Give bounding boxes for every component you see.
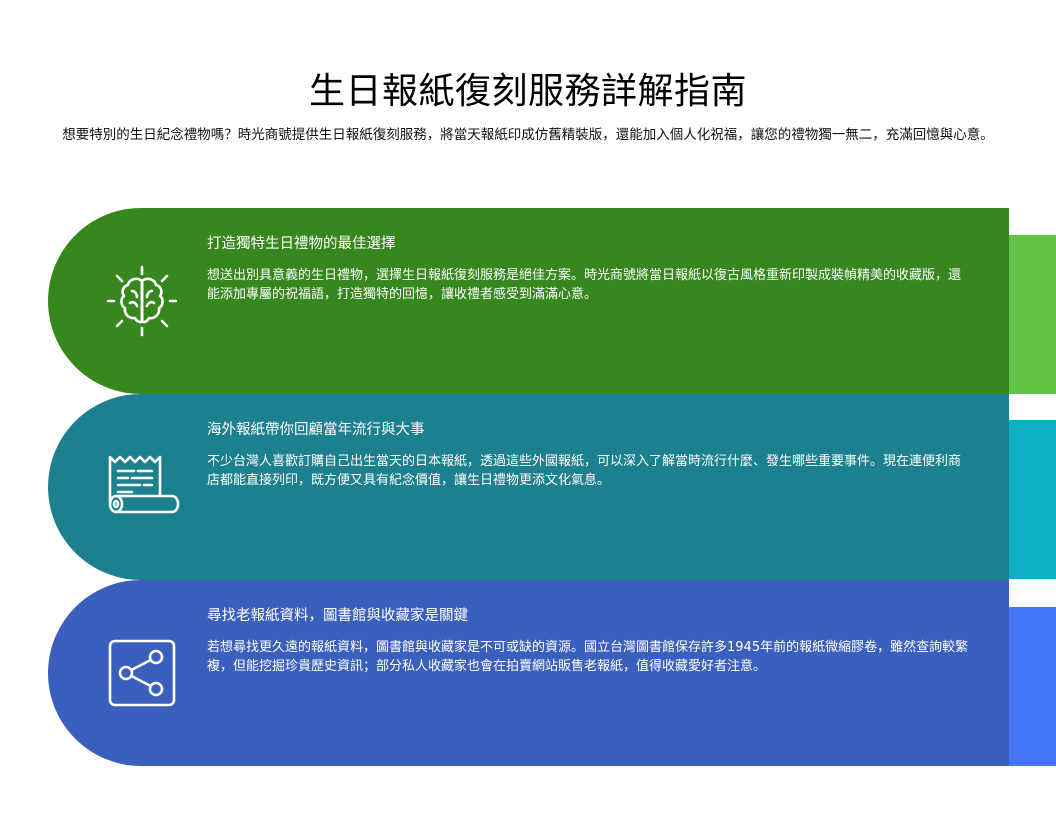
infographic-page: 生日報紙復刻服務詳解指南 想要特別的生日紀念禮物嗎？時光商號提供生日報紙復刻服務… <box>0 0 1056 816</box>
section-heading: 海外報紙帶你回顧當年流行與大事 <box>207 422 425 438</box>
accent-stripe-green <box>1008 235 1056 394</box>
page-title: 生日報紙復刻服務詳解指南 <box>308 71 747 113</box>
section-band-library: 尋找老報紙資料，圖書館與收藏家是關鍵 若想尋找更久遠的報紙資料，圖書館與收藏家是… <box>48 580 1009 766</box>
section-text: 想送出別具意義的生日禮物，選擇生日報紙復刻服務是絕佳方案。時光商號將當日報紙以復… <box>207 268 962 302</box>
brain-icon <box>104 263 180 339</box>
section-heading: 打造獨特生日禮物的最佳選擇 <box>207 236 396 252</box>
share-network-icon <box>104 635 180 711</box>
accent-stripe-teal <box>1008 420 1056 579</box>
section-heading: 尋找老報紙資料，圖書館與收藏家是關鍵 <box>207 608 468 624</box>
section-text: 若想尋找更久遠的報紙資料，圖書館與收藏家是不可或缺的資源。國立台灣圖書館保存許多… <box>207 640 969 674</box>
section-band-overseas: 海外報紙帶你回顧當年流行與大事 不少台灣人喜歡訂購自己出生當天的日本報紙，透過這… <box>48 394 1009 580</box>
section-text: 不少台灣人喜歡訂購自己出生當天的日本報紙，透過這些外國報紙，可以深入了解當時流行… <box>207 454 962 488</box>
page-subtitle: 想要特別的生日紀念禮物嗎？時光商號提供生日報紙復刻服務，將當天報紙印成仿舊精裝版… <box>62 126 994 143</box>
section-band-gift: 打造獨特生日禮物的最佳選擇 想送出別具意義的生日禮物，選擇生日報紙復刻服務是絕佳… <box>48 208 1009 394</box>
receipt-scroll-icon <box>104 449 180 525</box>
accent-stripe-blue <box>1008 607 1056 766</box>
